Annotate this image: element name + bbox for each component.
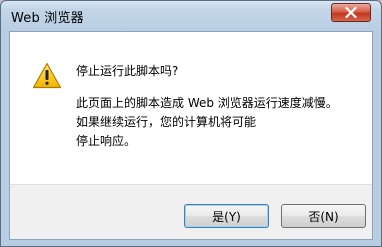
dialog-content: 停止运行此脚本吗? 此页面上的脚本造成 Web 浏览器运行速度减慢。 如果继续运… xyxy=(9,31,373,240)
no-button[interactable]: 否(N) xyxy=(281,204,366,228)
dialog-window: Web 浏览器 停止运行此脚本吗? 此页面上的脚本造成 Web 浏览器运行速度减… xyxy=(0,0,382,247)
message-line: 停止响应。 xyxy=(76,134,137,148)
yes-button[interactable]: 是(Y) xyxy=(184,204,269,228)
message-line: 如果继续运行，您的计算机将可能 xyxy=(76,115,257,129)
close-x-icon xyxy=(345,7,357,18)
message-line: 此页面上的脚本造成 Web 浏览器运行速度减慢。 xyxy=(76,96,338,110)
close-button[interactable] xyxy=(331,3,371,22)
warning-triangle-icon xyxy=(32,62,62,89)
window-title: Web 浏览器 xyxy=(11,11,84,26)
dialog-message: 此页面上的脚本造成 Web 浏览器运行速度减慢。 如果继续运行，您的计算机将可能… xyxy=(76,94,338,151)
dialog-heading: 停止运行此脚本吗? xyxy=(76,64,179,78)
title-bar[interactable]: Web 浏览器 xyxy=(1,1,381,31)
